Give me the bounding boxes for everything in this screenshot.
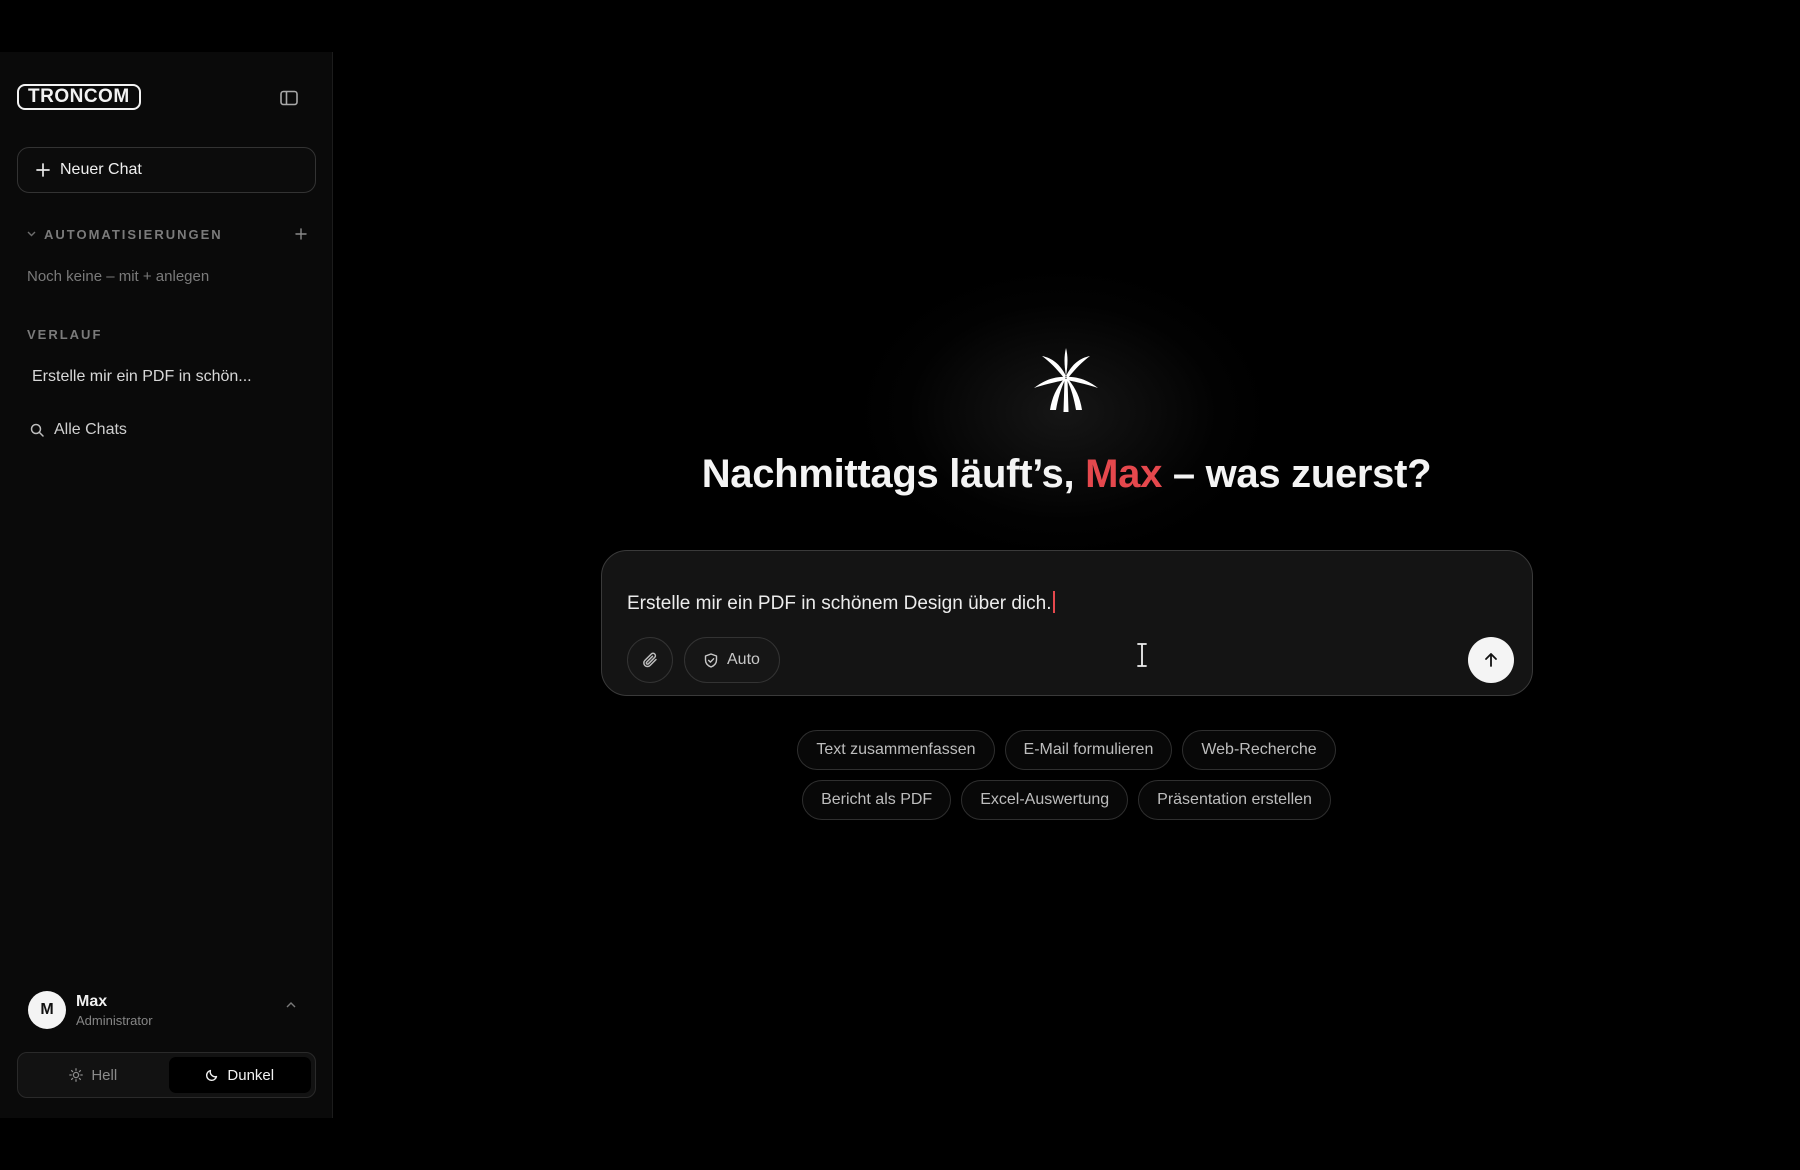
user-role: Administrator (76, 1012, 153, 1028)
theme-light-label: Hell (91, 1066, 118, 1084)
greeting-title: Nachmittags läuft’s, Max – was zuerst? (333, 452, 1800, 497)
add-automation-icon[interactable] (295, 228, 307, 240)
user-info: Max Administrator (76, 993, 153, 1028)
all-chats-link[interactable]: Alle Chats (20, 410, 316, 450)
history-item[interactable]: Erstelle mir ein PDF in schön... (20, 357, 316, 397)
sidebar: TRONCOM Neuer Chat AUTOMATISIERUNGEN Noc… (0, 52, 333, 1118)
main-area: Nachmittags läuft’s, Max – was zuerst? E… (333, 52, 1800, 1118)
sidebar-toggle-icon (280, 90, 298, 106)
suggestion-chip[interactable]: E-Mail formulieren (1004, 730, 1173, 770)
text-cursor-icon (1137, 643, 1147, 667)
automations-toggle[interactable]: AUTOMATISIERUNGEN (27, 227, 223, 242)
mode-selector[interactable]: Auto (684, 637, 780, 683)
avatar: M (28, 991, 66, 1029)
chevron-down-icon (27, 231, 36, 237)
moon-icon (206, 1069, 218, 1082)
suggestion-chip[interactable]: Web-Recherche (1182, 730, 1336, 770)
send-button[interactable] (1468, 637, 1514, 683)
plus-icon (36, 163, 50, 177)
arrow-up-icon (1485, 653, 1497, 667)
paperclip-icon (643, 652, 657, 668)
shield-check-icon (704, 652, 718, 668)
suggestion-chip[interactable]: Text zusammenfassen (797, 730, 995, 770)
theme-light-option[interactable]: Hell (22, 1057, 165, 1093)
user-name: Max (76, 992, 108, 1010)
automations-empty-text: Noch keine – mit + anlegen (27, 268, 210, 285)
theme-dark-option[interactable]: Dunkel (168, 1057, 311, 1093)
logo[interactable]: TRONCOM (17, 84, 141, 110)
suggestion-chip[interactable]: Präsentation erstellen (1138, 780, 1331, 820)
suggestions-row-2: Bericht als PDF Excel-Auswertung Präsent… (333, 780, 1800, 820)
new-chat-label: Neuer Chat (60, 161, 142, 178)
automations-header: AUTOMATISIERUNGEN (27, 224, 307, 244)
theme-switch: Hell Dunkel (17, 1052, 316, 1098)
message-input[interactable]: Erstelle mir ein PDF in schönem Design ü… (627, 591, 1055, 615)
new-chat-button[interactable]: Neuer Chat (17, 147, 316, 193)
user-menu[interactable]: M Max Administrator (28, 990, 308, 1030)
attach-button[interactable] (627, 637, 673, 683)
suggestion-chip[interactable]: Excel-Auswertung (961, 780, 1129, 820)
suggestions-row-1: Text zusammenfassen E-Mail formulieren W… (333, 730, 1800, 770)
greeting-prefix: Nachmittags läuft’s, (701, 452, 1086, 496)
palm-icon (1034, 348, 1098, 412)
sidebar-toggle-button[interactable] (278, 88, 300, 108)
automations-label: AUTOMATISIERUNGEN (44, 226, 223, 242)
sun-icon (69, 1068, 84, 1082)
text-caret (1052, 591, 1055, 613)
message-input-value: Erstelle mir ein PDF in schönem Design ü… (627, 593, 1052, 614)
all-chats-label: Alle Chats (54, 421, 127, 438)
greeting-user-name: Max (1085, 452, 1163, 496)
history-label: VERLAUF (27, 327, 103, 342)
theme-dark-label: Dunkel (227, 1066, 275, 1084)
greeting-suffix: – was zuerst? (1162, 452, 1432, 496)
mode-label: Auto (727, 651, 760, 668)
suggestion-chip[interactable]: Bericht als PDF (802, 780, 952, 820)
search-icon (30, 423, 44, 437)
app-window: TRONCOM Neuer Chat AUTOMATISIERUNGEN Noc… (0, 52, 1800, 1118)
chevron-up-icon (286, 1002, 296, 1008)
chat-composer: Erstelle mir ein PDF in schönem Design ü… (601, 550, 1533, 696)
